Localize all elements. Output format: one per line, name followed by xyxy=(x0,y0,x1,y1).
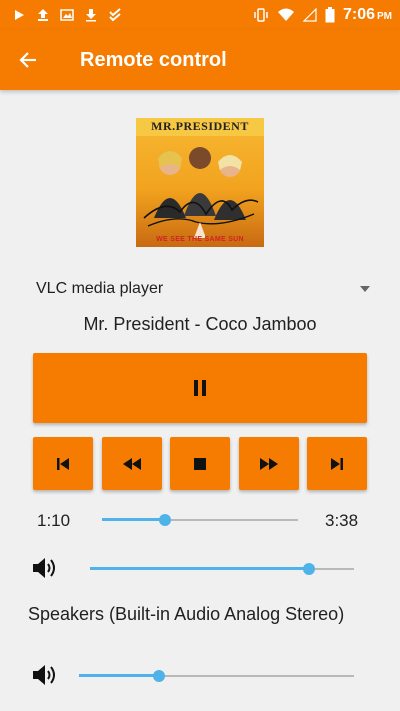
stop-icon xyxy=(194,457,206,470)
duration-time: 3:38 xyxy=(325,511,359,530)
player-select[interactable]: VLC media player xyxy=(36,276,370,302)
volume-icon[interactable] xyxy=(31,556,59,580)
transport-controls xyxy=(33,437,367,490)
back-button[interactable] xyxy=(0,30,56,90)
image-icon xyxy=(60,9,74,21)
status-time: 7:06 xyxy=(342,6,375,23)
skip-previous-icon xyxy=(57,457,69,470)
track-title: Mr. President - Coco Jamboo xyxy=(83,314,317,334)
cover-tagline: WE SEE THE SAME SUN xyxy=(156,236,244,243)
seek-slider-fill xyxy=(102,518,165,521)
volume-slider-thumb[interactable] xyxy=(303,563,316,575)
status-bar: 7:06 PM xyxy=(0,0,400,30)
page-title: Remote control xyxy=(80,48,227,71)
stop-button[interactable] xyxy=(170,437,230,490)
album-cover: MR.PRESIDENT WE SEE THE SAME SUN xyxy=(136,118,264,247)
output-device-label: Speakers (Built-in Audio Analog Stereo) xyxy=(28,604,345,624)
cover-artwork xyxy=(143,147,259,238)
seek-slider[interactable] xyxy=(102,510,298,530)
upload-icon xyxy=(38,9,48,21)
task-icon xyxy=(109,8,121,22)
signal-icon xyxy=(302,8,317,22)
skip-previous-button[interactable] xyxy=(33,437,93,490)
output-volume-icon[interactable] xyxy=(31,663,59,687)
status-ampm: PM xyxy=(377,11,392,22)
elapsed-time: 1:10 xyxy=(37,511,71,530)
volume-slider[interactable] xyxy=(90,559,354,579)
output-volume-slider-thumb[interactable] xyxy=(152,670,165,682)
fast-forward-button[interactable] xyxy=(238,437,299,490)
play-icon xyxy=(15,10,24,20)
app-bar: Remote control xyxy=(0,30,400,90)
volume-slider-fill xyxy=(90,567,310,570)
dropdown-arrow-icon xyxy=(360,286,370,292)
output-volume-slider[interactable] xyxy=(79,666,354,686)
pause-icon xyxy=(194,380,206,396)
wifi-icon xyxy=(277,8,294,21)
seek-slider-thumb[interactable] xyxy=(158,514,171,526)
skip-next-icon xyxy=(331,457,343,470)
output-volume-slider-fill xyxy=(79,674,159,677)
battery-icon xyxy=(325,7,335,23)
player-select-value: VLC media player xyxy=(36,280,164,297)
rewind-button[interactable] xyxy=(101,437,162,490)
fast-forward-icon xyxy=(259,457,278,470)
download-icon xyxy=(86,9,96,22)
skip-next-button[interactable] xyxy=(307,437,367,490)
rewind-icon xyxy=(122,457,141,470)
pause-button[interactable] xyxy=(33,353,367,423)
arrow-back-icon xyxy=(19,52,36,68)
vibrate-icon xyxy=(254,8,268,22)
